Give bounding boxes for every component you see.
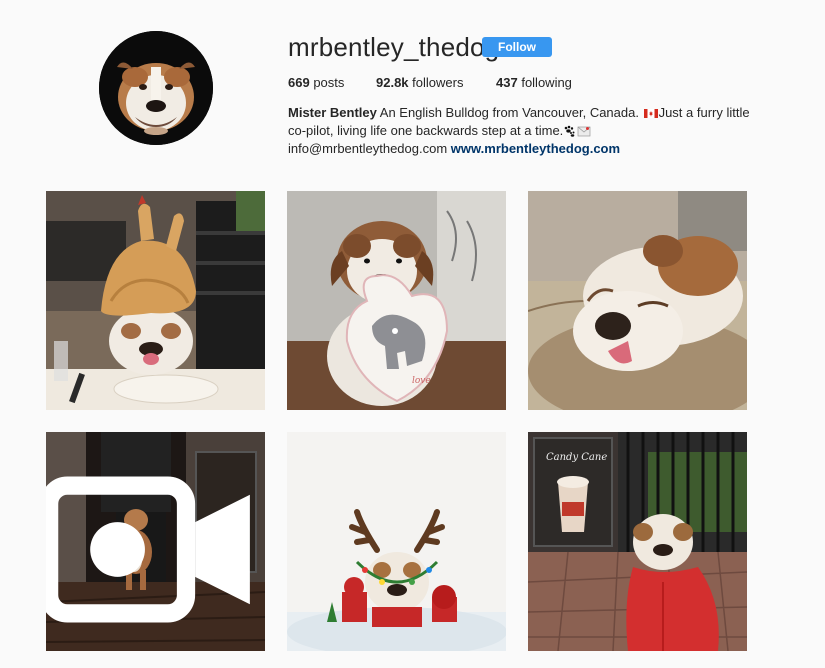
profile-full-name: Mister Bentley bbox=[288, 105, 377, 120]
post-tile[interactable]: Candy Cane bbox=[528, 432, 747, 651]
profile-username: mrbentley_thedog bbox=[288, 32, 500, 62]
canada-flag-icon bbox=[643, 109, 658, 118]
paw-prints-icon bbox=[563, 125, 577, 137]
svg-text:Candy Cane: Candy Cane bbox=[546, 452, 607, 463]
profile-bio: Mister Bentley An English Bulldog from V… bbox=[288, 104, 758, 158]
post-tile[interactable]: love bbox=[287, 191, 506, 410]
follow-button[interactable]: Follow bbox=[482, 37, 552, 57]
following-count: 437 bbox=[496, 75, 518, 90]
posts-label: posts bbox=[313, 75, 345, 90]
svg-text:love: love bbox=[412, 376, 431, 386]
profile-website-link[interactable]: www.mrbentleythedog.com bbox=[451, 141, 620, 156]
followers-stat[interactable]: 92.8k followers bbox=[376, 74, 463, 92]
post-tile[interactable] bbox=[46, 191, 265, 410]
following-stat[interactable]: 437 following bbox=[496, 74, 572, 92]
profile-page: mrbentley_thedog Follow 669 posts 92.8k … bbox=[0, 0, 825, 668]
post-image bbox=[46, 191, 265, 410]
post-tile[interactable] bbox=[46, 432, 265, 651]
posts-count: 669 bbox=[288, 75, 310, 90]
post-image: love bbox=[287, 191, 506, 410]
post-image: Candy Cane bbox=[528, 432, 747, 651]
posts-count-stat: 669 posts bbox=[288, 74, 344, 92]
post-tile[interactable] bbox=[528, 191, 747, 410]
bulldog-avatar-image bbox=[99, 31, 213, 145]
post-tile[interactable] bbox=[287, 432, 506, 651]
followers-label: followers bbox=[412, 75, 464, 90]
following-label: following bbox=[521, 75, 572, 90]
envelope-icon bbox=[577, 125, 591, 137]
followers-count: 92.8k bbox=[376, 75, 409, 90]
bio-text-1: An English Bulldog from Vancouver, Canad… bbox=[376, 105, 643, 120]
post-image bbox=[528, 191, 747, 410]
profile-email[interactable]: info@mrbentleythedog.com bbox=[288, 141, 447, 156]
post-image bbox=[287, 432, 506, 651]
video-camera-icon bbox=[46, 476, 250, 623]
profile-avatar[interactable] bbox=[99, 31, 213, 145]
